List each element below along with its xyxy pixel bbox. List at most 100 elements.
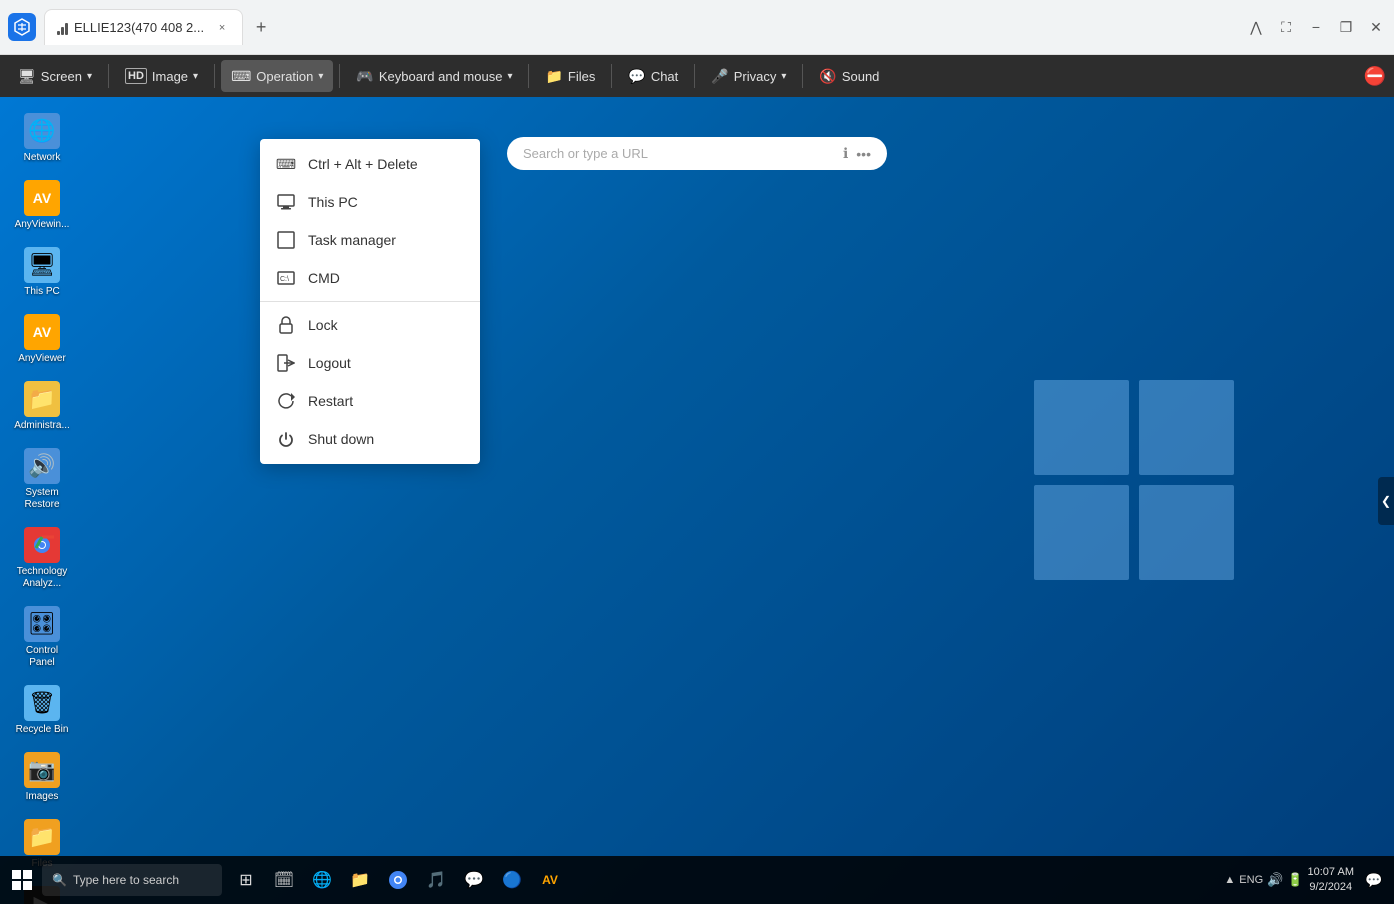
taskbar-notification[interactable]: 💬: [1358, 864, 1390, 896]
taskbar-lang-icon: ENG: [1239, 874, 1263, 886]
image-dropdown-icon: ▾: [193, 71, 198, 82]
chevron-up-icon[interactable]: ⋀: [1246, 17, 1266, 37]
menu-item-logout[interactable]: Logout: [260, 344, 480, 382]
anyviewer2-label: AnyViewer: [18, 353, 66, 365]
operation-label: Operation: [256, 69, 313, 84]
close-button[interactable]: ✕: [1366, 17, 1386, 37]
taskbar-up-icon[interactable]: ▲: [1224, 874, 1235, 886]
logout-label: Logout: [308, 355, 351, 371]
desktop-icon-anyviewer2[interactable]: AV AnyViewer: [8, 310, 76, 369]
signal-icon: [57, 21, 68, 35]
desktop-icon-system-restore[interactable]: 🔊 System Restore: [8, 444, 76, 515]
anyviewer2-icon: AV: [24, 314, 60, 350]
taskbar-edge[interactable]: 🌐: [304, 862, 340, 898]
menu-divider-1: [260, 301, 480, 302]
desktop-icon-administrator[interactable]: 📁 Administra...: [8, 377, 76, 436]
files-icon: 📁: [545, 68, 562, 85]
chat-label: Chat: [651, 69, 678, 84]
desktop-icon-chrome[interactable]: Technology Analyz...: [8, 523, 76, 594]
desktop-icon-control-panel[interactable]: 🎛 Control Panel: [8, 602, 76, 673]
keyboard-dropdown-icon: ▾: [507, 71, 512, 82]
screen-button[interactable]: 🖥 Screen ▾: [8, 60, 102, 92]
keyboard-button[interactable]: 🎮 Keyboard and mouse ▾: [346, 60, 522, 92]
taskbar-anyviewer[interactable]: AV: [532, 862, 568, 898]
desktop-icon-images[interactable]: 📷 Images: [8, 748, 76, 807]
taskbar-sys-icons: ▲ ENG 🔊 🔋: [1224, 872, 1303, 888]
menu-item-cmd[interactable]: C:\ CMD: [260, 259, 480, 297]
restart-label: Restart: [308, 393, 353, 409]
taskbar-search[interactable]: 🔍 Type here to search: [42, 864, 222, 896]
browser-search-bar[interactable]: Search or type a URL ℹ •••: [507, 137, 887, 170]
privacy-dropdown-icon: ▾: [781, 71, 786, 82]
browser-controls: ⋀ ⛶ − ❐ ✕: [1246, 17, 1386, 37]
browser-logo: [8, 13, 36, 41]
taskbar-search-text: Type here to search: [73, 873, 179, 887]
this-pc-menu-label: This PC: [308, 194, 358, 210]
desktop-icons: 🌐 Network AV AnyViewin... 🖥 This PC AV A…: [0, 97, 84, 904]
restore-button[interactable]: ❐: [1336, 17, 1356, 37]
separator-7: [802, 64, 803, 88]
remote-desktop[interactable]: Search or type a URL ℹ ••• 🌐 Network AV …: [0, 97, 1394, 904]
chrome-icon: [24, 527, 60, 563]
menu-item-shutdown[interactable]: Shut down: [260, 420, 480, 458]
menu-item-ctrl-alt-del[interactable]: ⌨ Ctrl + Alt + Delete: [260, 145, 480, 183]
privacy-icon: 🎤: [711, 68, 728, 85]
images-label: Images: [26, 791, 59, 803]
desktop-icon-anyviewer1[interactable]: AV AnyViewin...: [8, 176, 76, 235]
lock-icon: [276, 315, 296, 335]
separator-4: [528, 64, 529, 88]
this-pc-icon: 🖥: [24, 247, 60, 283]
no-signal-icon: ⛔: [1364, 66, 1386, 86]
sound-button[interactable]: 🔇 Sound: [809, 60, 889, 92]
screen-dropdown-icon: ▾: [87, 71, 92, 82]
taskbar-blue-app[interactable]: 🔵: [494, 862, 530, 898]
screen-label: Screen: [41, 69, 82, 84]
image-button[interactable]: HD Image ▾: [115, 60, 208, 92]
desktop-icon-network[interactable]: 🌐 Network: [8, 109, 76, 168]
system-restore-label: System Restore: [12, 487, 72, 511]
taskbar-music[interactable]: 🎵: [418, 862, 454, 898]
chrome-label: Technology Analyz...: [12, 566, 72, 590]
taskbar-calendar[interactable]: 🗓: [266, 862, 302, 898]
desktop-icon-recycle-bin[interactable]: 🗑 Recycle Bin: [8, 681, 76, 740]
operation-dropdown-menu: ⌨ Ctrl + Alt + Delete This PC Task manag…: [260, 139, 480, 464]
operation-button[interactable]: ⌨ Operation ▾: [221, 60, 333, 92]
screen-icon: 🖥: [18, 68, 36, 85]
menu-item-this-pc[interactable]: This PC: [260, 183, 480, 221]
taskbar-battery-icon: 🔋: [1287, 872, 1303, 888]
cmd-icon: C:\: [276, 268, 296, 288]
recycle-bin-icon: 🗑: [24, 685, 60, 721]
network-label: Network: [24, 152, 61, 164]
menu-item-lock[interactable]: Lock: [260, 306, 480, 344]
toolbar-right: ⛔: [1364, 66, 1386, 87]
menu-item-restart[interactable]: Restart: [260, 382, 480, 420]
taskbar-chat[interactable]: 💬: [456, 862, 492, 898]
privacy-button[interactable]: 🎤 Privacy ▾: [701, 60, 796, 92]
taskbar-task-view[interactable]: ⊞: [228, 862, 264, 898]
shutdown-icon: [276, 429, 296, 449]
chat-button[interactable]: 💬 Chat: [618, 60, 688, 92]
side-panel-toggle[interactable]: ❮: [1378, 477, 1394, 525]
tab-label: ELLIE123(470 408 2...: [74, 20, 204, 35]
tab-bar: ELLIE123(470 408 2... × +: [44, 9, 1238, 45]
menu-item-task-manager[interactable]: Task manager: [260, 221, 480, 259]
taskbar-volume-icon[interactable]: 🔊: [1267, 872, 1283, 888]
taskbar-chrome[interactable]: [380, 862, 416, 898]
system-restore-icon: 🔊: [24, 448, 60, 484]
keyboard-icon: 🎮: [356, 68, 373, 85]
administrator-icon: 📁: [24, 381, 60, 417]
start-button[interactable]: [4, 862, 40, 898]
this-pc-label: This PC: [24, 286, 60, 298]
desktop-icon-this-pc[interactable]: 🖥 This PC: [8, 243, 76, 302]
files-button[interactable]: 📁 Files: [535, 60, 605, 92]
svg-text:C:\: C:\: [280, 276, 289, 283]
minimize-button[interactable]: −: [1306, 17, 1326, 37]
fullscreen-icon[interactable]: ⛶: [1276, 17, 1296, 37]
active-tab[interactable]: ELLIE123(470 408 2... ×: [44, 9, 243, 45]
taskbar-explorer[interactable]: 📁: [342, 862, 378, 898]
tab-close-button[interactable]: ×: [214, 20, 230, 36]
operation-icon: ⌨: [231, 68, 251, 85]
restart-icon: [276, 391, 296, 411]
privacy-label: Privacy: [734, 69, 777, 84]
new-tab-button[interactable]: +: [247, 13, 275, 41]
